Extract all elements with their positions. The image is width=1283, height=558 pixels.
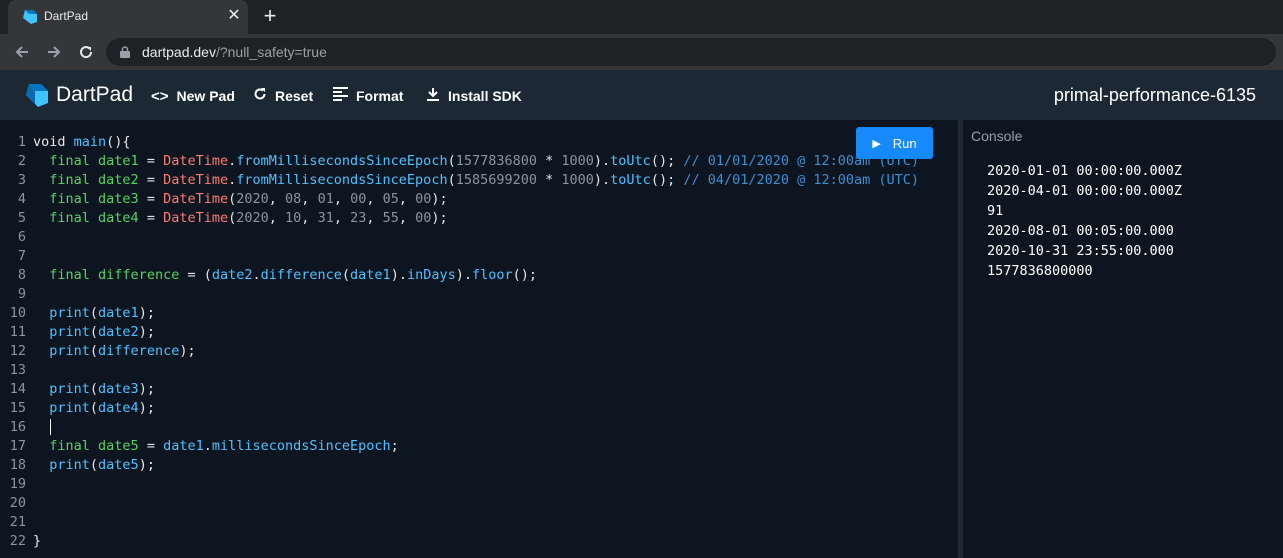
align-left-icon <box>333 87 348 105</box>
url-text: dartpad.dev/?null_safety=true <box>142 44 327 60</box>
console-line: 2020-01-01 00:00:00.000Z <box>987 163 1183 179</box>
refresh-icon <box>253 87 267 105</box>
line-number: 18 <box>9 457 26 473</box>
code-line: final difference = (date2.difference(dat… <box>49 267 538 283</box>
address-bar[interactable]: dartpad.dev/?null_safety=true <box>106 38 1276 66</box>
line-number: 10 <box>9 305 26 321</box>
install-sdk-button[interactable]: Install SDK <box>426 86 522 106</box>
line-number: 7 <box>17 248 26 264</box>
url-path: /?null_safety=true <box>215 44 327 60</box>
code-line: final date5 = date1.millisecondsSinceEpo… <box>49 438 399 454</box>
line-number: 5 <box>17 210 26 226</box>
line-number: 22 <box>9 533 26 549</box>
run-label: Run <box>892 135 917 151</box>
line-number: 13 <box>9 362 26 378</box>
browser-tab-strip: DartPad ✕ + <box>0 0 1283 34</box>
line-number: 21 <box>9 514 26 530</box>
reset-label: Reset <box>275 88 314 104</box>
line-number: 15 <box>9 400 26 416</box>
browser-toolbar: dartpad.dev/?null_safety=true <box>0 34 1283 70</box>
code-line: print(date5); <box>49 457 155 473</box>
console-line: 2020-08-01 00:05:00.000 <box>987 223 1174 239</box>
line-number: 14 <box>9 381 26 397</box>
tab-title: DartPad <box>44 9 89 23</box>
line-number: 16 <box>9 419 26 435</box>
dartpad-brand: DartPad <box>56 83 134 106</box>
new-pad-button[interactable]: <> New Pad <box>151 86 235 106</box>
console-output: 2020-01-01 00:00:00.000Z 2020-04-01 00:0… <box>987 161 1182 281</box>
line-number: 8 <box>17 267 26 283</box>
dart-favicon-icon <box>23 10 37 24</box>
code-line: print(date3); <box>49 381 155 397</box>
console-line: 2020-10-31 23:55:00.000 <box>987 243 1174 259</box>
code-line: print(difference); <box>49 343 196 359</box>
console-line: 2020-04-01 00:00:00.000Z <box>987 183 1183 199</box>
line-number-gutter: 1 2 3 4 5 6 7 8 9 10 11 12 13 14 15 16 1… <box>0 133 30 551</box>
text-cursor <box>50 419 51 435</box>
line-number: 20 <box>9 495 26 511</box>
code-line: final date4 = DateTime(2020, 10, 31, 23,… <box>49 210 448 226</box>
code-line <box>33 418 919 437</box>
dart-logo-icon <box>26 84 48 107</box>
line-number: 6 <box>17 229 26 245</box>
browser-tab[interactable]: DartPad ✕ <box>8 0 248 34</box>
play-icon: ▶ <box>872 137 881 150</box>
console-title: Console <box>971 128 1023 144</box>
pad-name: primal-performance-6135 <box>1053 85 1256 105</box>
line-number: 19 <box>9 476 26 492</box>
code-lines: void main(){ final date1 = DateTime.from… <box>33 133 919 551</box>
console-line: 1577836800000 <box>987 263 1093 279</box>
format-label: Format <box>356 88 404 104</box>
line-number: 2 <box>17 153 26 169</box>
line-number: 9 <box>17 286 26 302</box>
code-brackets-icon: <> <box>151 87 169 105</box>
arrow-right-icon[interactable] <box>42 40 66 64</box>
download-icon <box>426 87 440 105</box>
close-icon[interactable]: ✕ <box>224 6 244 26</box>
reload-icon[interactable] <box>74 40 98 64</box>
lock-icon <box>120 46 130 58</box>
line-number: 11 <box>9 324 26 340</box>
code-line: final date1 = DateTime.fromMillisecondsS… <box>49 153 920 169</box>
code-line: final date3 = DateTime(2020, 08, 01, 00,… <box>49 191 448 207</box>
arrow-left-icon[interactable] <box>10 40 34 64</box>
code-line: } <box>33 533 42 549</box>
code-line: print(date1); <box>49 305 155 321</box>
dartpad-header: DartPad <> New Pad Reset Format Install … <box>0 70 1283 120</box>
code-line: print(date2); <box>49 324 155 340</box>
url-host: dartpad.dev <box>142 44 216 60</box>
run-button[interactable]: ▶ Run <box>856 127 933 159</box>
install-sdk-label: Install SDK <box>448 88 522 104</box>
line-number: 4 <box>17 191 26 207</box>
new-tab-button[interactable]: + <box>258 5 282 29</box>
line-number: 17 <box>9 438 26 454</box>
console-panel: Console 2020-01-01 00:00:00.000Z 2020-04… <box>963 120 1283 558</box>
line-number: 1 <box>17 134 26 150</box>
code-line: print(date4); <box>49 400 155 416</box>
code-editor[interactable]: 1 2 3 4 5 6 7 8 9 10 11 12 13 14 15 16 1… <box>0 120 958 558</box>
code-line: final date2 = DateTime.fromMillisecondsS… <box>49 172 920 188</box>
line-number: 3 <box>17 172 26 188</box>
code-line: void main(){ <box>33 134 131 150</box>
console-line: 91 <box>987 203 1004 219</box>
line-number: 12 <box>9 343 26 359</box>
new-pad-label: New Pad <box>176 88 235 104</box>
reset-button[interactable]: Reset <box>253 86 313 106</box>
format-button[interactable]: Format <box>333 86 403 106</box>
